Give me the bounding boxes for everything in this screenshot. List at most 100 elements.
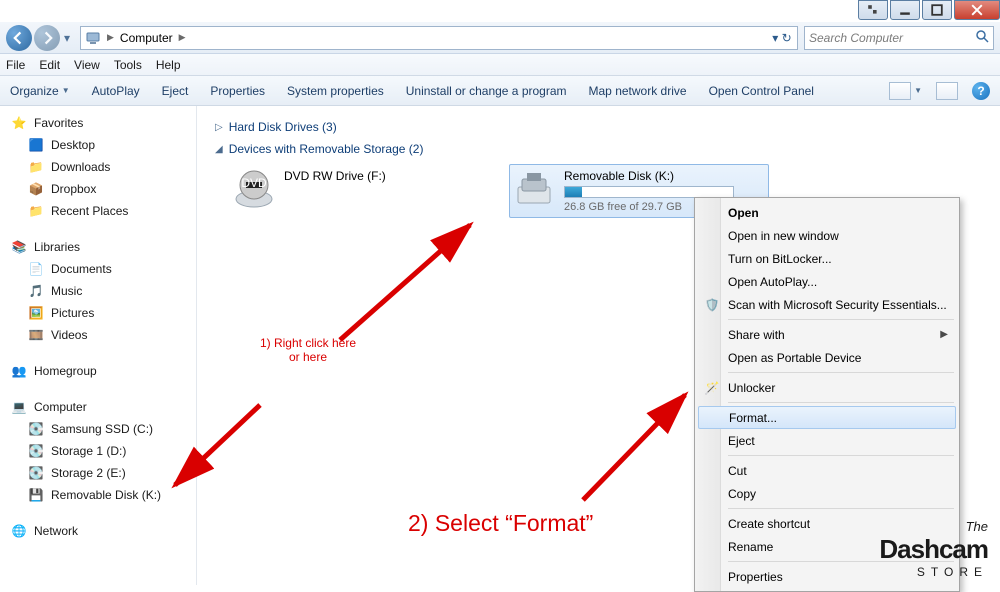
- context-menu-item[interactable]: Share with ▶: [698, 323, 956, 346]
- nav-music[interactable]: 🎵Music: [0, 280, 196, 302]
- forward-button[interactable]: [34, 25, 60, 51]
- toolbar-organize[interactable]: Organize▼: [10, 84, 70, 98]
- menu-help[interactable]: Help: [156, 58, 181, 72]
- drive-label: Removable Disk (K:): [564, 169, 734, 183]
- address-refresh[interactable]: ▾ ↻: [771, 27, 793, 49]
- drive-icon: 💽: [28, 443, 44, 459]
- group-hdd[interactable]: ▷Hard Disk Drives (3): [215, 120, 986, 134]
- search-input[interactable]: Search Computer: [804, 26, 994, 50]
- menu-file[interactable]: File: [6, 58, 25, 72]
- toolbar-eject[interactable]: Eject: [162, 84, 189, 98]
- close-button[interactable]: [954, 0, 1000, 20]
- nav-computer-header[interactable]: 💻Computer: [0, 396, 196, 418]
- toolbar-system-properties[interactable]: System properties: [287, 84, 384, 98]
- context-menu-item[interactable]: 🛡️ Scan with Microsoft Security Essential…: [698, 293, 956, 316]
- help-button[interactable]: ?: [972, 82, 990, 100]
- navigation-row: ▾ ▶ Computer ▶ ▾ ↻ Search Computer: [0, 22, 1000, 54]
- toolbar-preview-pane[interactable]: [936, 82, 958, 100]
- context-menu-label: Turn on BitLocker...: [728, 252, 832, 266]
- context-menu-item[interactable]: Open as Portable Device: [698, 346, 956, 369]
- context-menu-item[interactable]: Open in new window: [698, 224, 956, 247]
- documents-icon: 📄: [28, 261, 44, 277]
- drive-label: DVD RW Drive (F:): [284, 169, 386, 183]
- context-menu-separator: [728, 455, 954, 456]
- window-overflow-button[interactable]: [858, 0, 888, 20]
- search-placeholder: Search Computer: [809, 31, 903, 45]
- nav-homegroup[interactable]: 👥Homegroup: [0, 360, 196, 382]
- nav-desktop[interactable]: 🟦Desktop: [0, 134, 196, 156]
- nav-videos[interactable]: 🎞️Videos: [0, 324, 196, 346]
- svg-text:DVD: DVD: [241, 176, 267, 190]
- menu-view[interactable]: View: [74, 58, 100, 72]
- window-caption-buttons: [856, 0, 1000, 22]
- context-menu-item[interactable]: Cut: [698, 459, 956, 482]
- nav-drive-c[interactable]: 💽Samsung SSD (C:): [0, 418, 196, 440]
- context-menu-item[interactable]: Copy: [698, 482, 956, 505]
- group-removable[interactable]: ◢Devices with Removable Storage (2): [215, 142, 986, 156]
- videos-icon: 🎞️: [28, 327, 44, 343]
- context-menu-item[interactable]: Eject: [698, 429, 956, 452]
- collapse-icon: ▷: [215, 122, 223, 133]
- context-menu-label: Copy: [728, 487, 756, 501]
- toolbar-map-drive[interactable]: Map network drive: [589, 84, 687, 98]
- wand-icon: 🪄: [703, 379, 721, 397]
- shield-icon: 🛡️: [703, 296, 721, 314]
- nav-downloads[interactable]: 📁Downloads: [0, 156, 196, 178]
- nav-drive-d[interactable]: 💽Storage 1 (D:): [0, 440, 196, 462]
- context-menu-label: Open: [728, 206, 759, 220]
- nav-libraries-header[interactable]: 📚Libraries: [0, 236, 196, 258]
- address-bar[interactable]: ▶ Computer ▶ ▾ ↻: [80, 26, 798, 50]
- context-menu-label: Format...: [729, 411, 777, 425]
- toolbar-view-options[interactable]: ▼: [889, 82, 922, 100]
- drive-dvd[interactable]: DVD DVD RW Drive (F:): [229, 164, 489, 218]
- submenu-arrow-icon: ▶: [940, 329, 948, 340]
- context-menu-item[interactable]: Turn on BitLocker...: [698, 247, 956, 270]
- context-menu-label: Properties: [728, 570, 783, 584]
- nav-drive-k[interactable]: 💾Removable Disk (K:): [0, 484, 196, 506]
- context-menu-label: Cut: [728, 464, 747, 478]
- removable-icon: 💾: [28, 487, 44, 503]
- context-menu-item[interactable]: 🪄 Unlocker: [698, 376, 956, 399]
- nav-favorites-header[interactable]: ⭐Favorites: [0, 112, 196, 134]
- toolbar-control-panel[interactable]: Open Control Panel: [709, 84, 814, 98]
- minimize-button[interactable]: [890, 0, 920, 20]
- watermark-logo: The Dashcam STORE: [879, 519, 988, 579]
- search-icon: [975, 29, 989, 46]
- pictures-icon: 🖼️: [28, 305, 44, 321]
- nav-dropbox[interactable]: 📦Dropbox: [0, 178, 196, 200]
- toolbar-uninstall[interactable]: Uninstall or change a program: [406, 84, 567, 98]
- menu-tools[interactable]: Tools: [114, 58, 142, 72]
- context-menu-label: Share with: [728, 328, 785, 342]
- dropbox-icon: 📦: [28, 181, 44, 197]
- libraries-icon: 📚: [10, 238, 28, 256]
- network-icon: 🌐: [10, 522, 28, 540]
- context-menu-item[interactable]: Open AutoPlay...: [698, 270, 956, 293]
- nav-recent-places[interactable]: 📁Recent Places: [0, 200, 196, 222]
- star-icon: ⭐: [10, 114, 28, 132]
- context-menu-label: Eject: [728, 434, 755, 448]
- history-dropdown[interactable]: ▾: [60, 25, 74, 51]
- context-menu-label: Scan with Microsoft Security Essentials.…: [728, 298, 947, 312]
- context-menu-item[interactable]: Open: [698, 201, 956, 224]
- context-menu-label: Rename: [728, 540, 773, 554]
- nav-documents[interactable]: 📄Documents: [0, 258, 196, 280]
- toolbar-autoplay[interactable]: AutoPlay: [92, 84, 140, 98]
- toolbar-properties[interactable]: Properties: [210, 84, 265, 98]
- maximize-button[interactable]: [922, 0, 952, 20]
- desktop-icon: 🟦: [28, 137, 44, 153]
- breadcrumb-chevron-icon[interactable]: ▶: [105, 32, 116, 43]
- menu-edit[interactable]: Edit: [39, 58, 60, 72]
- navigation-pane: ⭐Favorites 🟦Desktop 📁Downloads 📦Dropbox …: [0, 106, 197, 585]
- breadcrumb-chevron-icon[interactable]: ▶: [177, 32, 188, 43]
- computer-icon: [85, 30, 101, 46]
- breadcrumb-computer[interactable]: Computer: [116, 31, 177, 45]
- context-menu-item[interactable]: Format...: [698, 406, 956, 429]
- nav-pictures[interactable]: 🖼️Pictures: [0, 302, 196, 324]
- context-menu-label: Unlocker: [728, 381, 775, 395]
- back-button[interactable]: [6, 25, 32, 51]
- nav-network[interactable]: 🌐Network: [0, 520, 196, 542]
- music-icon: 🎵: [28, 283, 44, 299]
- context-menu-separator: [728, 319, 954, 320]
- nav-drive-e[interactable]: 💽Storage 2 (E:): [0, 462, 196, 484]
- context-menu-separator: [728, 508, 954, 509]
